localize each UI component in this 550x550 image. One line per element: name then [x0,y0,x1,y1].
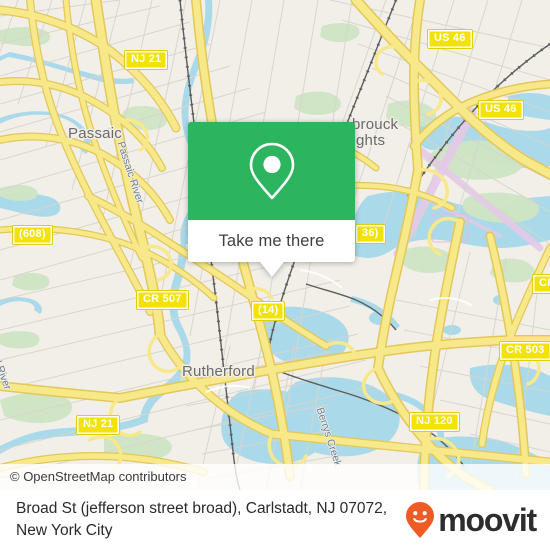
shield-us-46-east[interactable]: US 46 [478,100,524,120]
shield-cr-507[interactable]: CR 507 [136,290,189,310]
callout-header [188,122,355,220]
address-line-1: Broad St (jefferson street broad), Carls… [16,500,336,517]
take-me-there-label: Take me there [218,231,325,250]
moovit-map-screenshot: Passaic brouck ghts Rutherford Passaic R… [0,0,550,550]
destination-callout[interactable]: Take me there [188,122,355,277]
callout-tail [259,262,284,277]
callout-footer[interactable]: Take me there [188,220,355,262]
moovit-wordmark: moovit [438,502,537,538]
moovit-logo[interactable]: moovit [405,501,537,539]
map-canvas[interactable]: Passaic brouck ghts Rutherford Passaic R… [0,0,550,490]
shield-cr-503[interactable]: CR 503 [499,341,550,361]
shield-us-46-north[interactable]: US 46 [427,29,473,49]
shield-nj-21-south[interactable]: NJ 21 [76,415,121,435]
shield-36[interactable]: 36) [355,224,386,244]
shield-14[interactable]: (14) [251,301,286,321]
location-pin-icon [249,142,294,200]
address-text: Broad St (jefferson street broad), Carls… [16,498,405,542]
map-attribution[interactable]: © OpenStreetMap contributors [0,464,550,490]
shield-nj-21-north[interactable]: NJ 21 [124,50,169,70]
shield-cr-east[interactable]: CR [532,274,550,294]
bottom-bar: Broad St (jefferson street broad), Carls… [0,490,550,550]
shield-nj-120[interactable]: NJ 120 [409,412,460,432]
shield-608[interactable]: (608) [12,225,53,245]
moovit-pin-icon [406,502,435,538]
